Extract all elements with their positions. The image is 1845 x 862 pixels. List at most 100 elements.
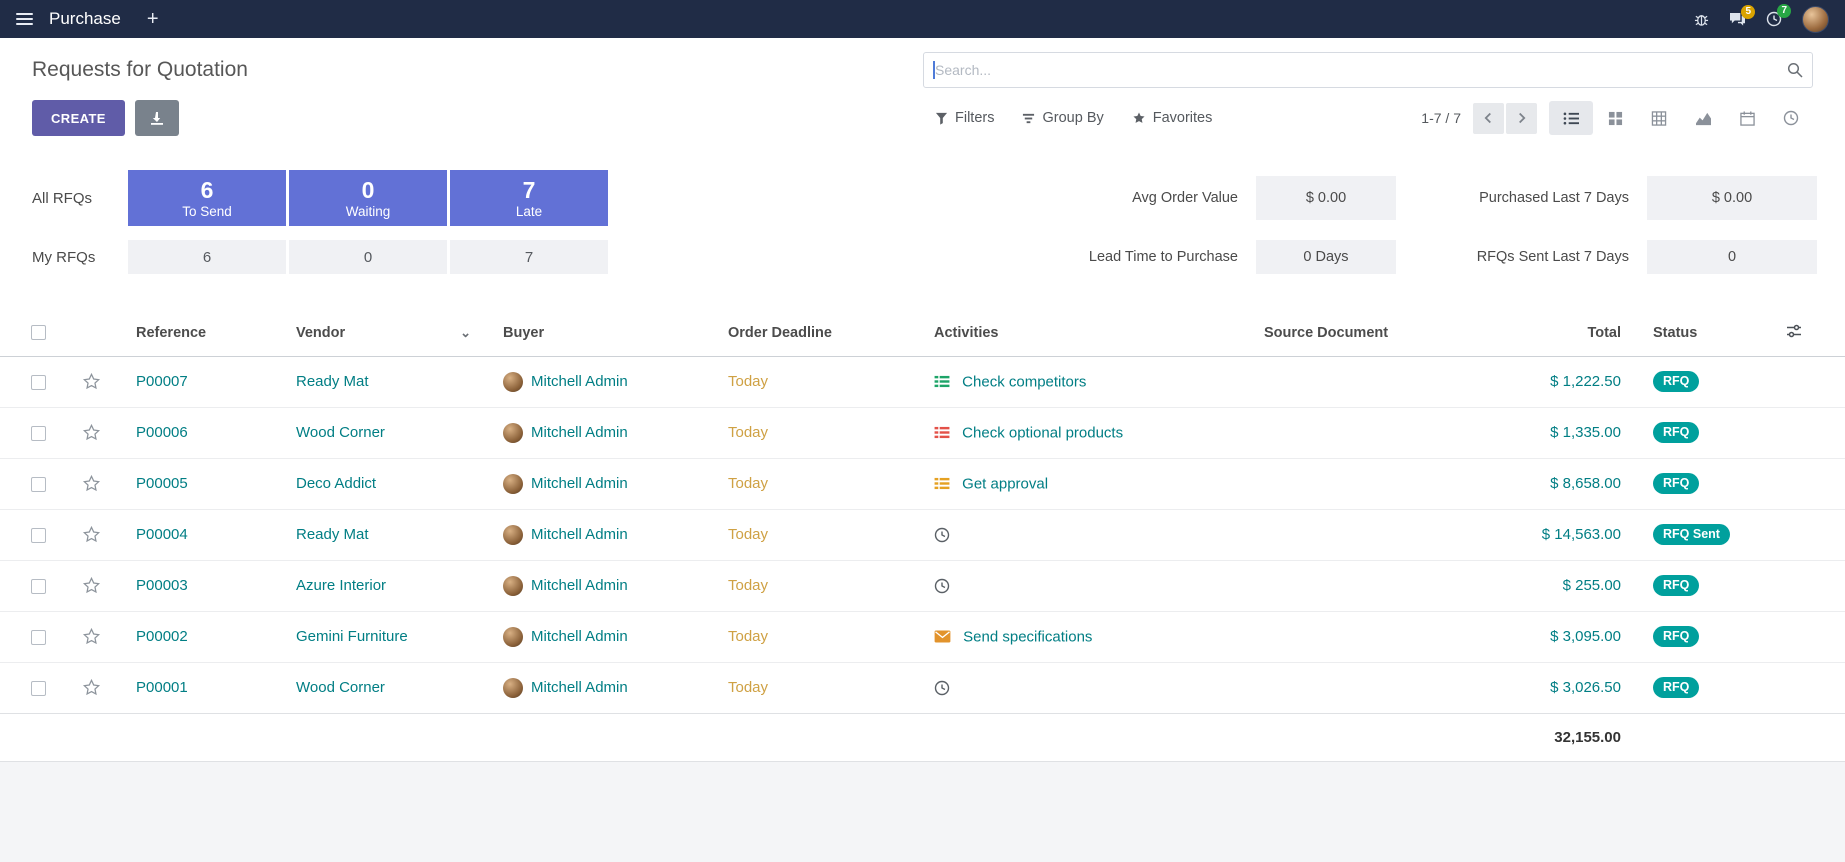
buyer-avatar bbox=[503, 627, 523, 647]
buyer-link[interactable]: Mitchell Admin bbox=[531, 423, 628, 440]
activity-envelope-icon[interactable] bbox=[934, 630, 951, 643]
activity-clock-icon[interactable] bbox=[934, 680, 950, 696]
vendor-link[interactable]: Wood Corner bbox=[296, 424, 385, 441]
column-header-buyer[interactable]: Buyer bbox=[487, 310, 712, 356]
buyer-link[interactable]: Mitchell Admin bbox=[531, 678, 628, 695]
vendor-link[interactable]: Wood Corner bbox=[296, 679, 385, 696]
table-row[interactable]: P00006 Wood Corner Mitchell Admin Today … bbox=[0, 407, 1845, 458]
row-checkbox[interactable] bbox=[31, 477, 46, 492]
row-checkbox[interactable] bbox=[31, 528, 46, 543]
view-pivot-icon[interactable] bbox=[1637, 101, 1681, 135]
search-input[interactable] bbox=[923, 52, 1813, 88]
activity-tasks-icon[interactable] bbox=[934, 426, 950, 439]
buyer-link[interactable]: Mitchell Admin bbox=[531, 525, 628, 542]
column-header-status[interactable]: Status bbox=[1637, 310, 1742, 356]
filters-button[interactable]: Filters bbox=[935, 110, 994, 126]
export-button[interactable] bbox=[135, 100, 179, 136]
table-row[interactable]: P00007 Ready Mat Mitchell Admin Today Ch… bbox=[0, 356, 1845, 407]
vendor-link[interactable]: Gemini Furniture bbox=[296, 628, 408, 645]
row-checkbox[interactable] bbox=[31, 630, 46, 645]
reference-link[interactable]: P00004 bbox=[136, 526, 188, 543]
buyer-link[interactable]: Mitchell Admin bbox=[531, 372, 628, 389]
table-row[interactable]: P00001 Wood Corner Mitchell Admin Today … bbox=[0, 662, 1845, 713]
column-header-source[interactable]: Source Document bbox=[1248, 310, 1462, 356]
view-graph-icon[interactable] bbox=[1681, 101, 1725, 135]
activities-clock-icon[interactable]: 7 bbox=[1766, 11, 1782, 27]
my-tile-waiting[interactable]: 0 bbox=[289, 240, 447, 274]
reference-link[interactable]: P00007 bbox=[136, 373, 188, 390]
buyer-avatar bbox=[503, 525, 523, 545]
view-kanban-icon[interactable] bbox=[1593, 101, 1637, 135]
table-row[interactable]: P00002 Gemini Furniture Mitchell Admin T… bbox=[0, 611, 1845, 662]
view-list-icon[interactable] bbox=[1549, 101, 1593, 135]
apps-menu-icon[interactable] bbox=[16, 13, 33, 25]
row-checkbox[interactable] bbox=[31, 375, 46, 390]
favorite-star-icon[interactable] bbox=[82, 474, 101, 493]
buyer-link[interactable]: Mitchell Admin bbox=[531, 576, 628, 593]
group-by-button[interactable]: Group By bbox=[1022, 110, 1103, 126]
reference-link[interactable]: P00006 bbox=[136, 424, 188, 441]
reference-link[interactable]: P00002 bbox=[136, 628, 188, 645]
reference-link[interactable]: P00005 bbox=[136, 475, 188, 492]
column-header-reference[interactable]: Reference bbox=[120, 310, 280, 356]
table-row[interactable]: P00003 Azure Interior Mitchell Admin Tod… bbox=[0, 560, 1845, 611]
text-caret bbox=[933, 61, 935, 79]
favorites-button[interactable]: Favorites bbox=[1132, 110, 1213, 126]
activity-clock-icon[interactable] bbox=[934, 527, 950, 543]
activity-tasks-icon[interactable] bbox=[934, 477, 950, 490]
messages-badge: 5 bbox=[1741, 5, 1755, 19]
column-header-vendor[interactable]: Vendor⌄ bbox=[280, 310, 487, 356]
vendor-link[interactable]: Ready Mat bbox=[296, 373, 369, 390]
buyer-link[interactable]: Mitchell Admin bbox=[531, 627, 628, 644]
total-amount: $ 1,222.50 bbox=[1550, 373, 1621, 390]
table-row[interactable]: P00005 Deco Addict Mitchell Admin Today … bbox=[0, 458, 1845, 509]
debug-bug-icon[interactable] bbox=[1694, 12, 1709, 27]
chevron-right-icon bbox=[1517, 112, 1526, 124]
activity-clock-icon[interactable] bbox=[934, 578, 950, 594]
favorite-star-icon[interactable] bbox=[82, 372, 101, 391]
user-avatar[interactable] bbox=[1802, 6, 1829, 33]
row-checkbox[interactable] bbox=[31, 681, 46, 696]
favorite-star-icon[interactable] bbox=[82, 423, 101, 442]
vendor-link[interactable]: Ready Mat bbox=[296, 526, 369, 543]
app-name[interactable]: Purchase bbox=[49, 9, 121, 29]
favorite-star-icon[interactable] bbox=[82, 678, 101, 697]
buyer-link[interactable]: Mitchell Admin bbox=[531, 474, 628, 491]
table-row[interactable]: P00004 Ready Mat Mitchell Admin Today $ … bbox=[0, 509, 1845, 560]
row-checkbox[interactable] bbox=[31, 579, 46, 594]
activity-summary[interactable]: Get approval bbox=[962, 475, 1048, 492]
tile-late[interactable]: 7 Late bbox=[450, 170, 608, 226]
vendor-link[interactable]: Azure Interior bbox=[296, 577, 386, 594]
reference-link[interactable]: P00003 bbox=[136, 577, 188, 594]
my-tile-to-send[interactable]: 6 bbox=[128, 240, 286, 274]
activity-summary[interactable]: Send specifications bbox=[963, 628, 1092, 645]
pager-previous-button[interactable] bbox=[1473, 103, 1504, 134]
pager-next-button[interactable] bbox=[1506, 103, 1537, 134]
view-calendar-icon[interactable] bbox=[1725, 101, 1769, 135]
view-activity-icon[interactable] bbox=[1769, 101, 1813, 135]
column-header-deadline[interactable]: Order Deadline bbox=[712, 310, 918, 356]
create-button[interactable]: CREATE bbox=[32, 100, 125, 136]
activity-summary[interactable]: Check competitors bbox=[962, 373, 1086, 390]
buyer-avatar bbox=[503, 678, 523, 698]
new-tab-button[interactable]: + bbox=[147, 9, 159, 29]
select-all-checkbox[interactable] bbox=[31, 325, 46, 340]
favorite-star-icon[interactable] bbox=[82, 627, 101, 646]
activity-summary[interactable]: Check optional products bbox=[962, 424, 1123, 441]
activity-tasks-icon[interactable] bbox=[934, 375, 950, 388]
reference-link[interactable]: P00001 bbox=[136, 679, 188, 696]
tile-waiting[interactable]: 0 Waiting bbox=[289, 170, 447, 226]
column-header-activities[interactable]: Activities bbox=[918, 310, 1248, 356]
favorite-star-icon[interactable] bbox=[82, 576, 101, 595]
favorite-star-icon[interactable] bbox=[82, 525, 101, 544]
vendor-link[interactable]: Deco Addict bbox=[296, 475, 376, 492]
row-checkbox[interactable] bbox=[31, 426, 46, 441]
sort-chevron-icon[interactable]: ⌄ bbox=[460, 325, 471, 341]
purchased-last-7-days-value: $ 0.00 bbox=[1647, 176, 1817, 220]
messages-icon[interactable]: 5 bbox=[1729, 12, 1746, 27]
my-tile-late[interactable]: 7 bbox=[450, 240, 608, 274]
tile-to-send[interactable]: 6 To Send bbox=[128, 170, 286, 226]
search-icon[interactable] bbox=[1787, 62, 1803, 83]
optional-columns-icon[interactable] bbox=[1786, 324, 1802, 338]
column-header-total[interactable]: Total bbox=[1462, 310, 1637, 356]
